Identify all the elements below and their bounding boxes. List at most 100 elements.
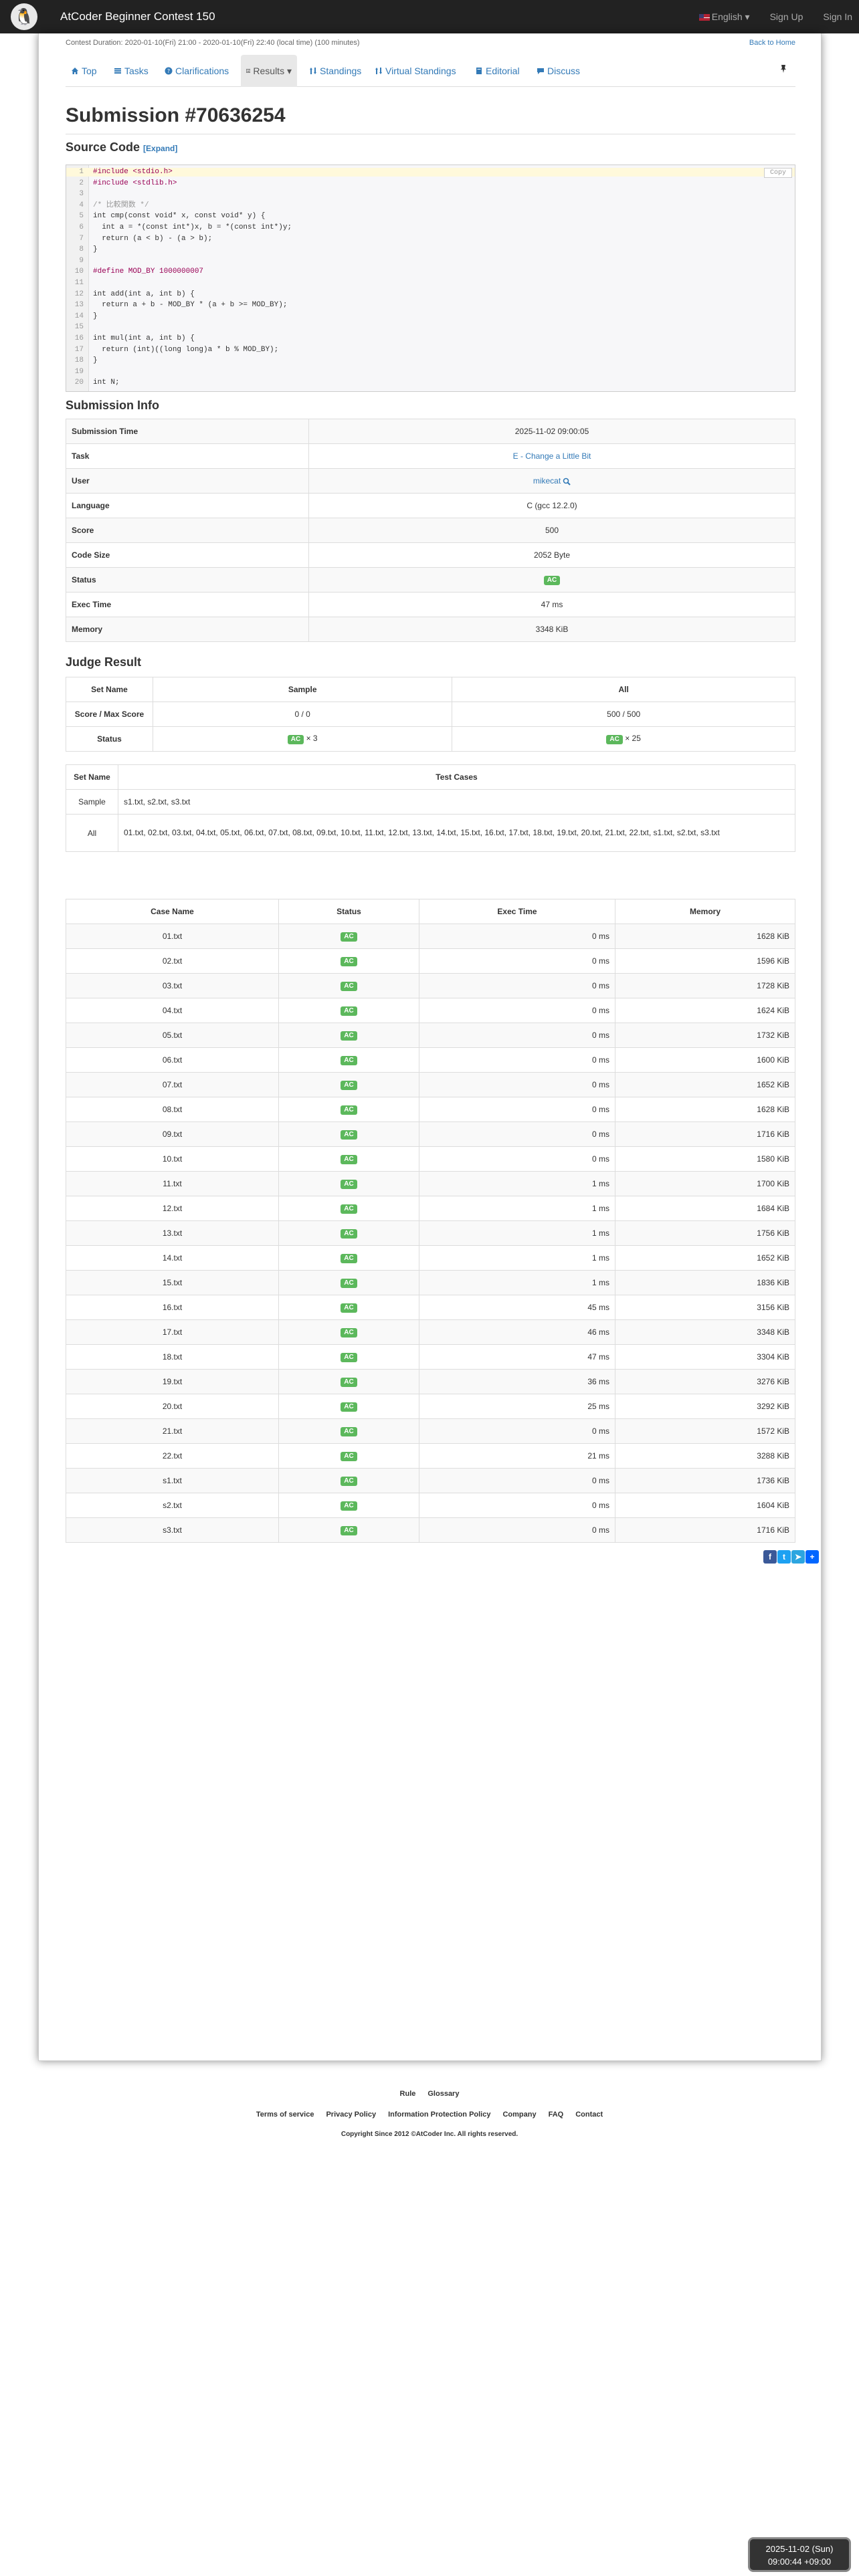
case-memory: 3304 KiB (615, 1344, 795, 1370)
case-memory: 1600 KiB (615, 1047, 795, 1073)
info-key: Score (66, 518, 309, 543)
case-status: AC (278, 1047, 419, 1073)
info-value[interactable]: E - Change a Little Bit (308, 443, 795, 469)
terms-link[interactable]: Terms of service (256, 2111, 314, 2119)
code-text: int N; (93, 379, 120, 387)
ac-badge: AC (341, 1526, 357, 1535)
case-status: AC (278, 1072, 419, 1097)
tab-discuss[interactable]: Discuss (531, 55, 585, 87)
tab-standings[interactable]: Standings (304, 55, 367, 87)
ac-badge: AC (287, 735, 304, 744)
case-exec-time: 0 ms (419, 1097, 615, 1122)
case-name: 02.txt (66, 948, 279, 974)
line-number: 15 (74, 323, 84, 332)
search-icon[interactable] (563, 477, 571, 486)
tc-all-name: All (66, 814, 118, 852)
table-row: 03.txt AC 0 ms 1728 KiB (66, 973, 795, 998)
code-line: 2 #include <stdlib.h> (66, 179, 795, 188)
company-link[interactable]: Company (502, 2111, 536, 2119)
case-header-name[interactable]: Case Name (66, 899, 279, 924)
footer (0, 2073, 859, 2173)
sign-up-link[interactable]: Sign Up (770, 11, 803, 22)
rule-link[interactable]: Rule (400, 2090, 416, 2098)
case-header-memory[interactable]: Memory (615, 899, 795, 924)
code-line: 6 int a = *(const int*)x, b = *(const in… (66, 223, 795, 232)
line-number: 1 (79, 168, 84, 176)
faq-link[interactable]: FAQ (549, 2111, 564, 2119)
twitter-share-button[interactable]: t (777, 1550, 791, 1564)
case-memory: 3288 KiB (615, 1443, 795, 1469)
table-row: 22.txt AC 21 ms 3288 KiB (66, 1443, 795, 1469)
contest-name-link[interactable]: AtCoder Beginner Contest 150 (60, 10, 215, 23)
pin-icon[interactable] (779, 64, 787, 76)
ac-badge: AC (543, 576, 561, 585)
language-dropdown[interactable]: English ▾ (698, 11, 750, 23)
case-status: AC (278, 1443, 419, 1469)
ac-badge: AC (341, 1204, 357, 1214)
case-name: 16.txt (66, 1295, 279, 1320)
tab-editorial[interactable]: Editorial (470, 55, 525, 87)
tab-clarifications[interactable]: ? Clarifications (159, 55, 234, 87)
case-exec-time: 47 ms (419, 1344, 615, 1370)
case-memory: 1728 KiB (615, 973, 795, 998)
info-key: Code Size (66, 542, 309, 568)
telegram-share-button[interactable]: ➤ (791, 1550, 805, 1564)
ac-badge: AC (341, 957, 357, 966)
code-line: 16 int mul(int a, int b) { (66, 334, 795, 343)
case-name: 06.txt (66, 1047, 279, 1073)
line-number: 13 (74, 301, 84, 310)
case-name: 03.txt (66, 973, 279, 998)
case-exec-time: 0 ms (419, 1146, 615, 1172)
case-status: AC (278, 1394, 419, 1419)
tc-sample-name: Sample (66, 789, 118, 815)
info-row: Exec Time 47 ms (66, 592, 795, 617)
expand-link[interactable]: [Expand] (143, 144, 177, 153)
case-exec-time: 46 ms (419, 1319, 615, 1345)
tc-header-set: Set Name (66, 764, 118, 790)
ac-badge: AC (341, 1328, 357, 1337)
case-header-time[interactable]: Exec Time (419, 899, 615, 924)
table-row: 07.txt AC 0 ms 1652 KiB (66, 1072, 795, 1097)
tab-top[interactable]: Top (66, 55, 102, 87)
line-number: 12 (74, 290, 84, 298)
more-share-button[interactable]: + (805, 1550, 819, 1564)
info-value[interactable]: mikecat (308, 468, 795, 494)
case-name: 22.txt (66, 1443, 279, 1469)
code-line: 5 int cmp(const void* x, const void* y) { (66, 212, 795, 221)
code-line: 15 (66, 323, 795, 332)
case-memory: 1756 KiB (615, 1220, 795, 1246)
ac-badge: AC (341, 1477, 357, 1486)
case-exec-time: 0 ms (419, 1517, 615, 1543)
line-number: 7 (79, 234, 84, 243)
contact-link[interactable]: Contact (575, 2111, 603, 2119)
case-status: AC (278, 1245, 419, 1271)
facebook-share-button[interactable]: f (763, 1550, 777, 1564)
case-status: AC (278, 948, 419, 974)
submission-info-table: Submission Time 2025-11-02 09:00:05 Task E … (66, 419, 795, 642)
sign-in-link[interactable]: Sign In (823, 11, 852, 22)
status-all: AC × 25 (452, 726, 795, 752)
line-number: 9 (79, 256, 84, 265)
info-text: 2052 Byte (533, 550, 571, 560)
code-line: 18} (66, 356, 795, 365)
case-memory: 3292 KiB (615, 1394, 795, 1419)
info-protection-link[interactable]: Information Protection Policy (388, 2111, 490, 2119)
tab-tasks[interactable]: Tasks (108, 55, 154, 87)
tab-results[interactable]: Results ▾ (241, 55, 297, 87)
glossary-link[interactable]: Glossary (427, 2090, 459, 2098)
privacy-link[interactable]: Privacy Policy (326, 2111, 376, 2119)
table-row: 13.txt AC 1 ms 1756 KiB (66, 1220, 795, 1246)
case-status: AC (278, 1121, 419, 1147)
user-link[interactable]: mikecat (533, 476, 561, 486)
source-code-block[interactable]: 1 #include <stdio.h> 2 #include <stdlib.h> 3… (66, 165, 795, 392)
atcoder-logo[interactable]: 🐧 (11, 3, 37, 30)
code-text: int cmp(const void* x, const void* y) { (93, 212, 266, 221)
task-link[interactable]: E - Change a Little Bit (513, 451, 591, 461)
back-to-home-link[interactable]: Back to Home (749, 39, 795, 47)
copy-button[interactable]: Copy (763, 168, 792, 178)
case-name: s1.txt (66, 1468, 279, 1493)
case-memory: 3348 KiB (615, 1319, 795, 1345)
tab-virtual-standings[interactable]: Virtual Standings (369, 55, 462, 87)
case-header-status[interactable]: Status (278, 899, 419, 924)
info-row: Status AC (66, 567, 795, 593)
